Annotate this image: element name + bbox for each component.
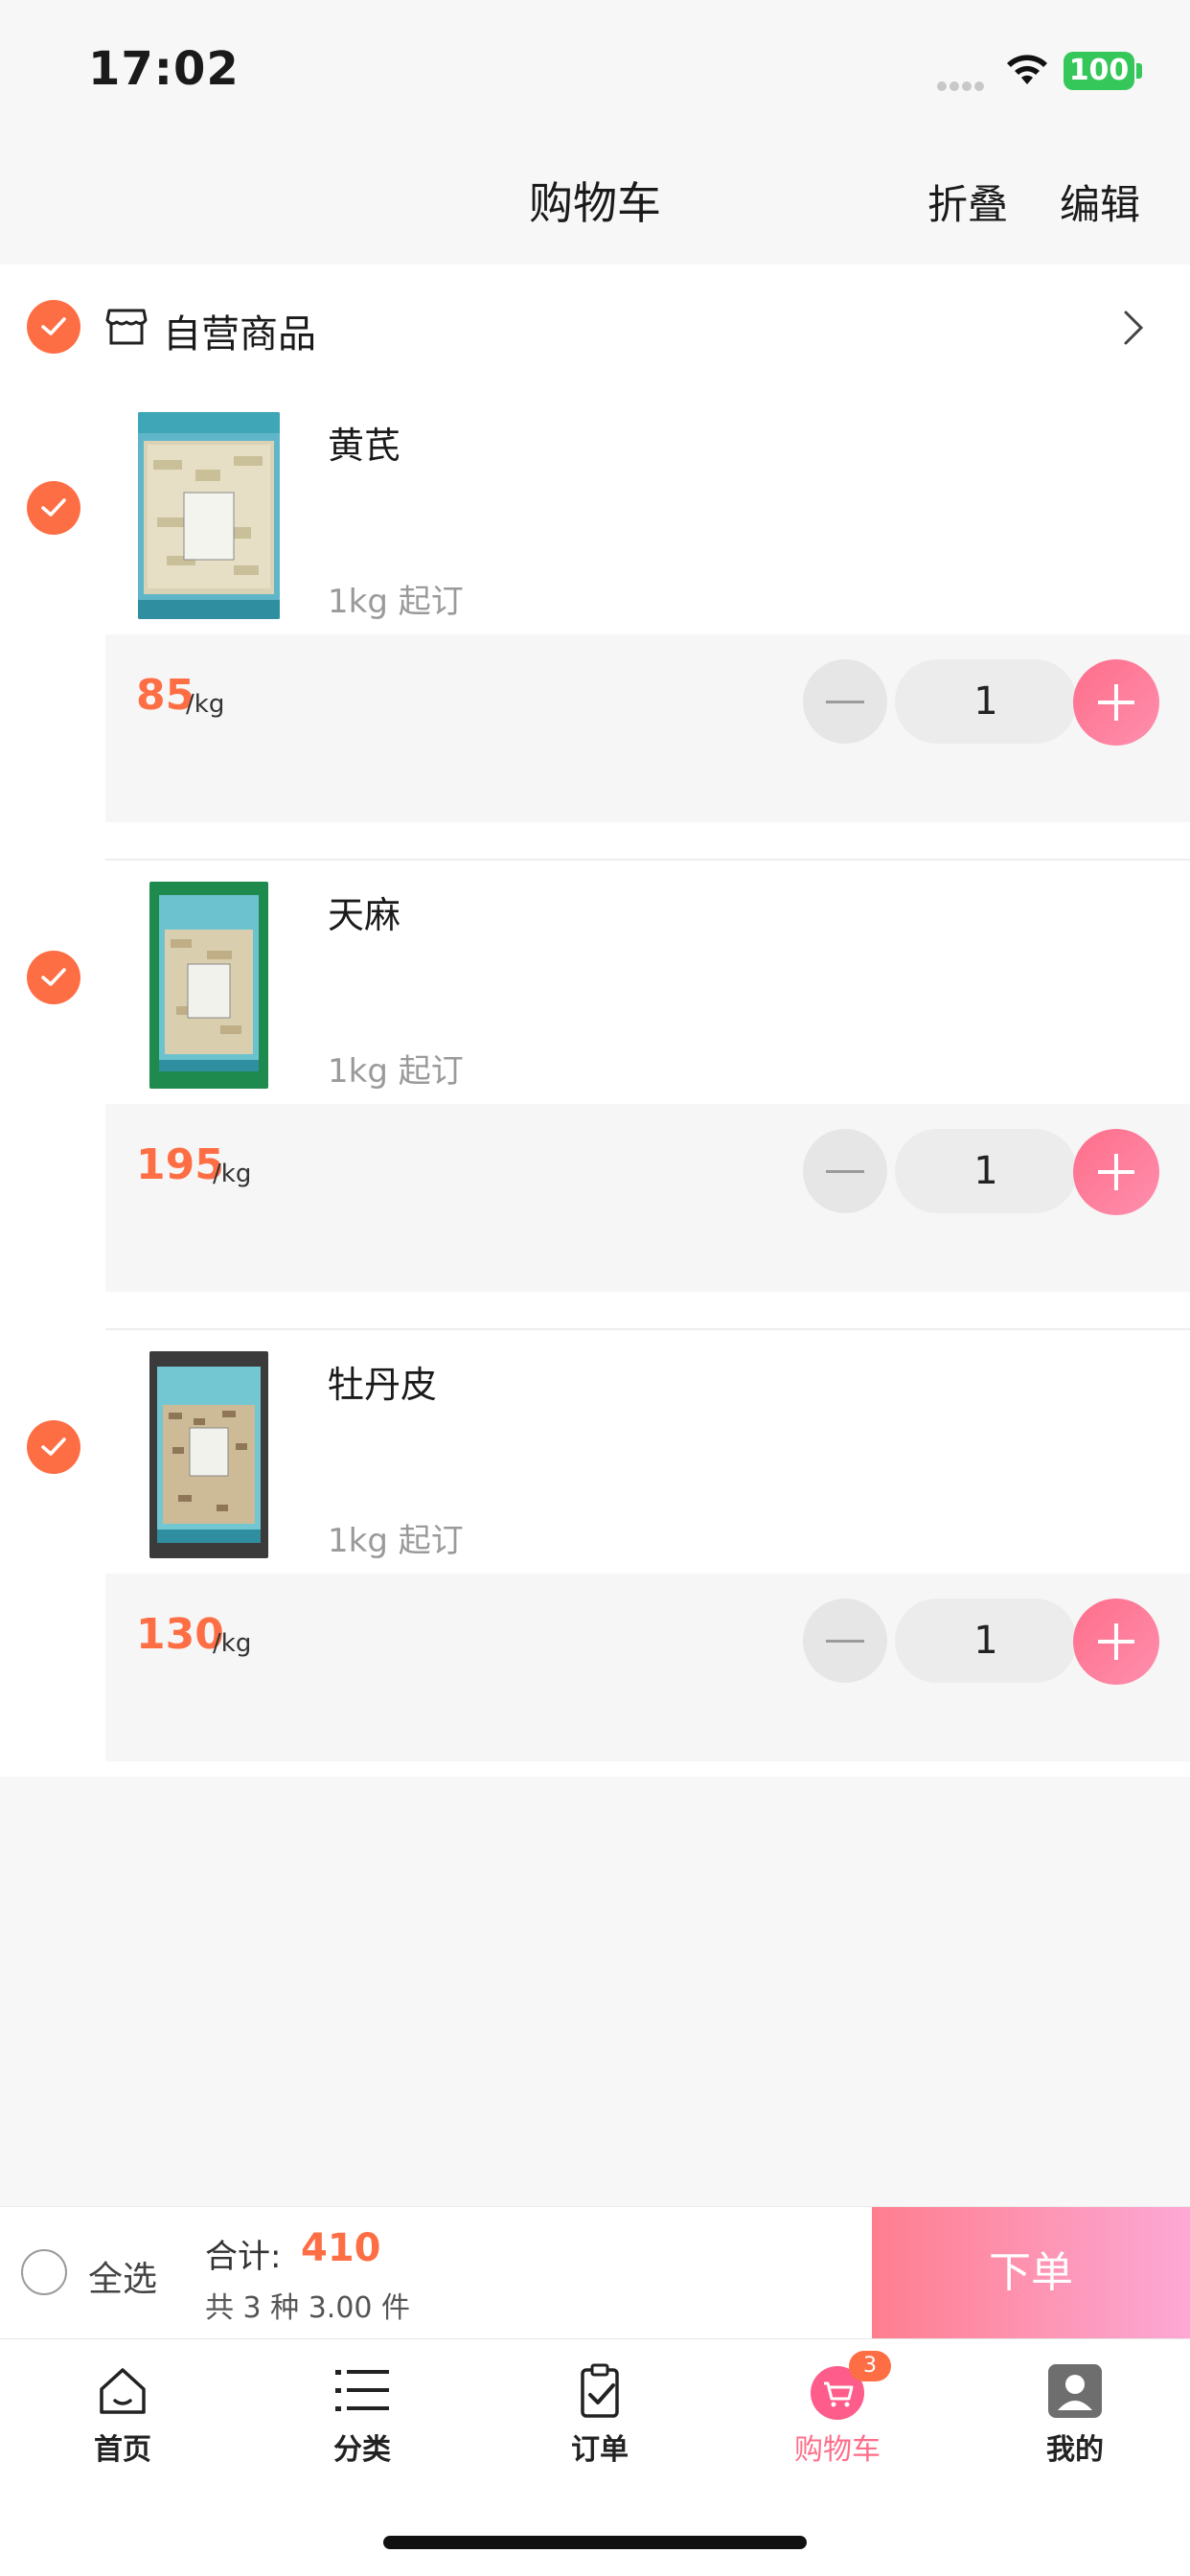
item-price-unit: /kg xyxy=(213,1629,252,1658)
item-min-order: 1kg 起订 xyxy=(328,1522,464,1560)
item-count-summary: 共 3 种 3.00 件 xyxy=(205,2291,411,2325)
total-value: 410 xyxy=(301,2226,381,2270)
decrease-quantity-button[interactable] xyxy=(803,1598,887,1683)
item-price: 130 xyxy=(136,1610,224,1659)
check-icon xyxy=(41,317,66,335)
list-icon xyxy=(335,2370,389,2411)
increase-quantity-button[interactable] xyxy=(1073,1598,1159,1685)
home-indicator[interactable] xyxy=(383,2536,807,2549)
page-title: 购物车 xyxy=(529,177,661,229)
item-name: 黄芪 xyxy=(328,425,401,467)
cellular-signal-icon xyxy=(937,77,991,91)
quantity-input[interactable]: 1 xyxy=(895,1598,1077,1683)
item-min-order: 1kg 起订 xyxy=(328,1052,464,1091)
item-checkbox[interactable] xyxy=(27,481,80,535)
tab-label: 首页 xyxy=(94,2433,151,2467)
tab-label: 购物车 xyxy=(794,2433,881,2467)
check-icon xyxy=(41,1438,66,1456)
battery-tip xyxy=(1136,63,1142,79)
select-all-checkbox[interactable] xyxy=(21,2249,67,2295)
cart-badge: 3 xyxy=(849,2351,891,2381)
item-checkbox[interactable] xyxy=(27,951,80,1004)
status-time: 17:02 xyxy=(88,42,240,96)
fold-button[interactable]: 折叠 xyxy=(927,172,1008,231)
place-order-button[interactable]: 下单 xyxy=(872,2207,1190,2339)
minus-icon xyxy=(826,701,864,703)
select-all-label[interactable]: 全选 xyxy=(88,2251,157,2301)
store-header[interactable]: 自营商品 xyxy=(0,264,1190,389)
minus-icon xyxy=(826,1170,864,1173)
tab-label: 我的 xyxy=(1046,2433,1104,2467)
store-icon xyxy=(105,309,148,345)
increase-quantity-button[interactable] xyxy=(1073,1129,1159,1215)
check-icon xyxy=(41,968,66,986)
edit-button[interactable]: 编辑 xyxy=(1060,172,1140,231)
decrease-quantity-button[interactable] xyxy=(803,659,887,744)
quantity-input[interactable]: 1 xyxy=(895,1129,1077,1213)
quantity-input[interactable]: 1 xyxy=(895,659,1077,744)
tab-profile[interactable]: 我的 xyxy=(998,2339,1152,2483)
price-panel: 195 /kg 1 xyxy=(105,1104,1190,1292)
item-min-order: 1kg 起订 xyxy=(328,583,464,621)
minus-icon xyxy=(826,1640,864,1643)
tab-orders[interactable]: 订单 xyxy=(523,2339,676,2483)
decrease-quantity-button[interactable] xyxy=(803,1129,887,1213)
price-panel: 85 /kg 1 xyxy=(105,634,1190,822)
item-name: 天麻 xyxy=(328,894,401,936)
checkout-bar: 全选 合计: 410 共 3 种 3.00 件 下单 xyxy=(0,2206,1190,2339)
item-price-unit: /kg xyxy=(213,1160,252,1188)
cart-page: 17:02 100 购物车 折叠 编辑 自营商品 黄芪 1kg 起订 85 /k… xyxy=(0,0,1190,2576)
cart-item: 天麻 1kg 起订 195 /kg 1 xyxy=(0,859,1190,1328)
check-icon xyxy=(41,498,66,517)
total-label: 合计: xyxy=(205,2238,282,2276)
item-price: 195 xyxy=(136,1140,224,1189)
item-price-unit: /kg xyxy=(186,690,225,719)
tab-category[interactable]: 分类 xyxy=(286,2339,439,2483)
tab-cart[interactable]: 3 购物车 xyxy=(761,2339,914,2483)
product-image[interactable] xyxy=(149,1351,268,1558)
clipboard-icon xyxy=(581,2363,619,2418)
tab-label: 分类 xyxy=(333,2433,391,2467)
increase-quantity-button[interactable] xyxy=(1073,659,1159,746)
cart-item: 黄芪 1kg 起订 85 /kg 1 xyxy=(0,389,1190,859)
wifi-icon xyxy=(1007,55,1047,84)
product-image[interactable] xyxy=(149,882,268,1089)
tab-home[interactable]: 首页 xyxy=(46,2339,199,2483)
status-bar: 17:02 100 xyxy=(0,0,1190,144)
item-checkbox[interactable] xyxy=(27,1420,80,1474)
cart-item: 牡丹皮 1kg 起订 130 /kg 1 xyxy=(0,1328,1190,1798)
user-icon xyxy=(1048,2364,1102,2418)
price-panel: 130 /kg 1 xyxy=(105,1574,1190,1761)
cart-list: 自营商品 黄芪 1kg 起订 85 /kg 1 天麻 1kg 起订 195 /k… xyxy=(0,264,1190,1777)
battery-icon: 100 xyxy=(1064,52,1134,90)
product-image[interactable] xyxy=(138,412,280,619)
item-name: 牡丹皮 xyxy=(328,1364,438,1406)
chevron-right-icon[interactable] xyxy=(1121,309,1146,347)
store-name: 自营商品 xyxy=(163,312,316,356)
store-checkbox[interactable] xyxy=(27,300,80,354)
home-icon xyxy=(100,2368,146,2414)
tab-label: 订单 xyxy=(571,2433,629,2467)
